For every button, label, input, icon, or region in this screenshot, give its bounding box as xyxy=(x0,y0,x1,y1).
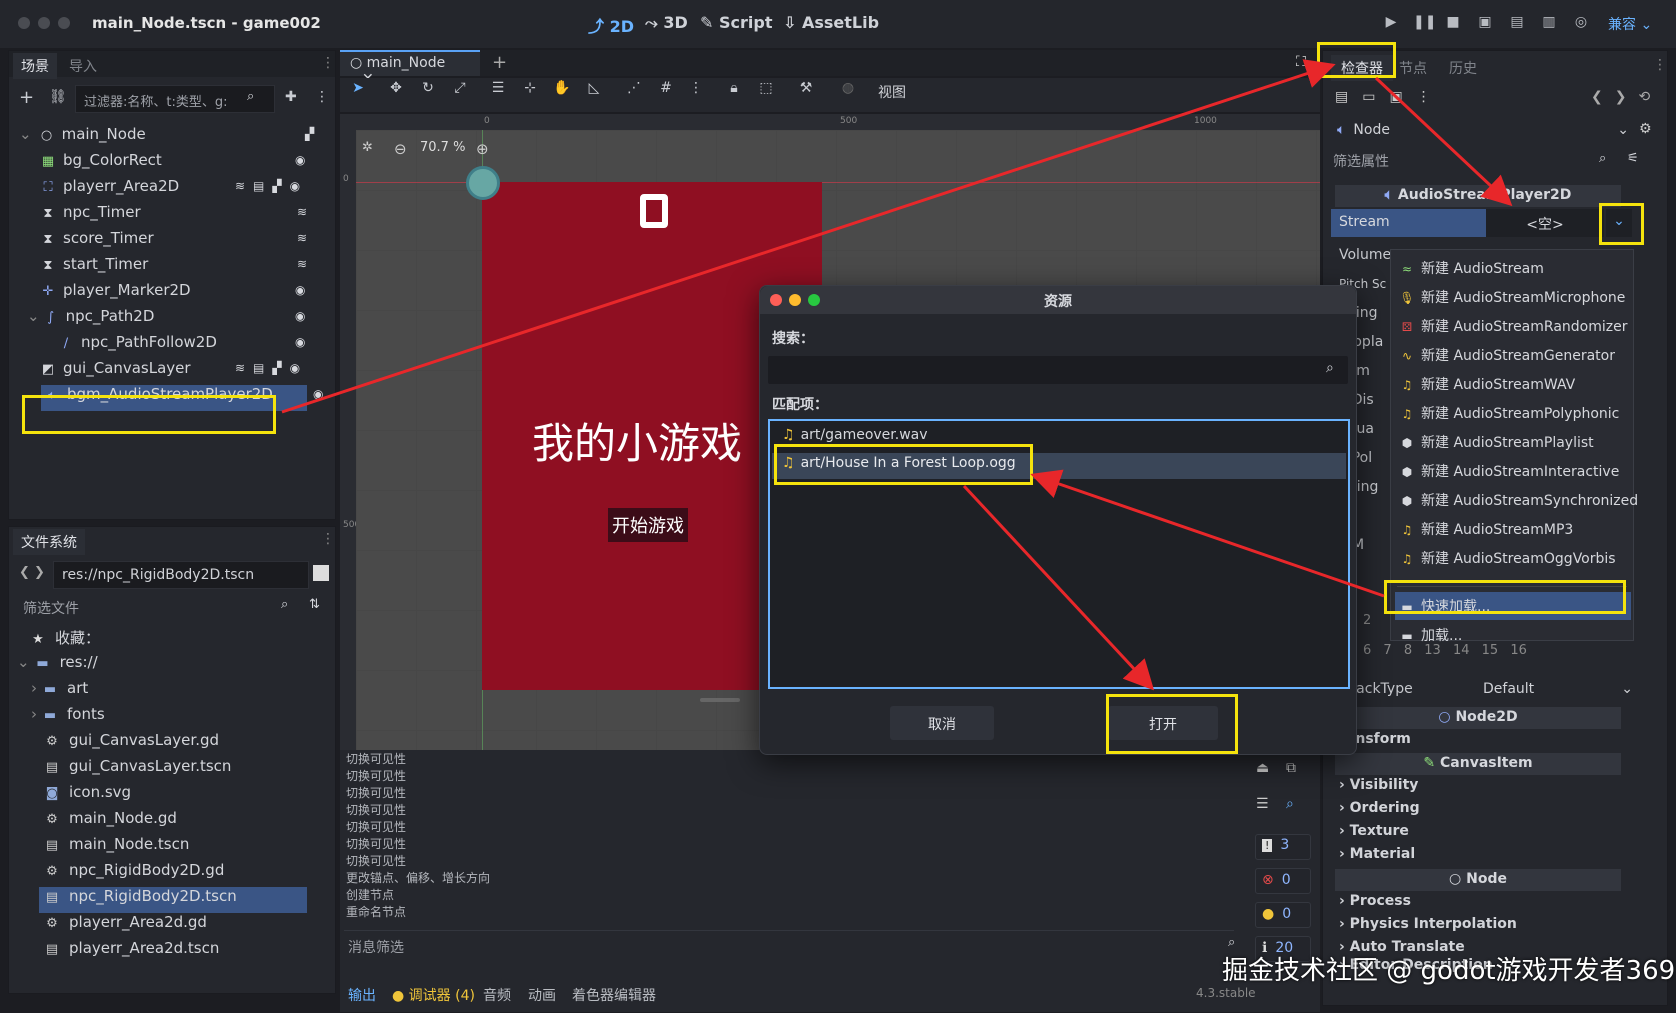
annotation-arrows xyxy=(281,59,1513,691)
watermark: 掘金技术社区 @ godot游戏开发者369 xyxy=(1222,956,1676,986)
arrow-quickload-to-file xyxy=(1030,469,1385,598)
arrow-inspector-to-dropdown xyxy=(1374,76,1513,207)
arrow-file-to-open xyxy=(962,484,1155,691)
arrow-node-to-inspector xyxy=(281,59,1336,414)
